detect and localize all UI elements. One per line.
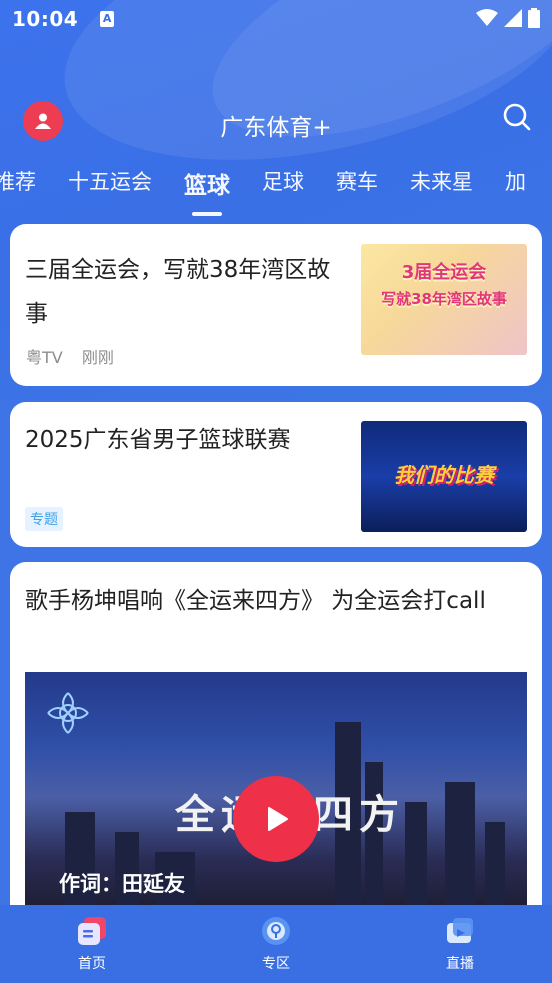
nav-home[interactable]: 首页: [0, 905, 184, 983]
nav-home-label: 首页: [78, 956, 106, 972]
wifi-icon: [476, 9, 498, 26]
app-notification-icon: A: [100, 11, 115, 27]
topic-thumbnail: 我们的比赛: [361, 421, 527, 532]
games-logo-icon: [47, 692, 89, 734]
category-tabs: 推荐 十五运会 篮球 足球 赛车 未来星 加: [0, 162, 552, 208]
video-overlay-credit: 作词：田延友: [59, 871, 185, 896]
signal-icon: [504, 9, 522, 27]
news-meta: 粤TV 刚刚: [26, 344, 114, 368]
tab-football[interactable]: 足球: [262, 162, 304, 208]
nav-live[interactable]: 直播: [368, 905, 552, 983]
nav-zone-label: 专区: [262, 956, 290, 972]
tab-15th-games[interactable]: 十五运会: [68, 162, 152, 208]
news-thumbnail: 3届全运会 写就38年湾区故事: [361, 244, 527, 355]
zone-icon: [262, 917, 290, 945]
video-title: 歌手杨坤唱响《全运来四方》 为全运会打call: [25, 588, 486, 614]
play-button[interactable]: [233, 776, 319, 862]
search-button[interactable]: [502, 102, 532, 132]
app-header: 广东体育+: [0, 98, 552, 148]
news-card[interactable]: 三届全运会，写就38年湾区故事 粤TV 刚刚 3届全运会 写就38年湾区故事: [10, 224, 542, 386]
status-time: 10:04: [12, 7, 79, 31]
live-icon: [447, 918, 473, 943]
status-icons: [476, 8, 540, 28]
video-player[interactable]: 全运来四方 作词：田延友: [25, 672, 527, 922]
news-source: 粤TV: [26, 348, 63, 367]
thumbnail-caption: 我们的比赛: [394, 463, 494, 487]
tab-future-stars[interactable]: 未来星: [410, 162, 473, 208]
nav-live-label: 直播: [446, 956, 474, 972]
thumbnail-caption: 3届全运会 写就38年湾区故事: [381, 262, 507, 308]
tab-recommend[interactable]: 推荐: [0, 162, 36, 208]
news-time: 刚刚: [81, 348, 114, 367]
tab-racing[interactable]: 赛车: [336, 162, 378, 208]
status-bar: 10:04 A: [0, 0, 552, 38]
skyline-building: [405, 802, 427, 922]
nav-zone[interactable]: 专区: [184, 905, 368, 983]
bottom-navigation: 首页 专区 直播: [0, 905, 552, 983]
news-title: 三届全运会，写就38年湾区故事: [25, 257, 331, 327]
tab-more[interactable]: 加: [505, 162, 526, 208]
battery-icon: [528, 8, 540, 28]
video-card[interactable]: 歌手杨坤唱响《全运来四方》 为全运会打call 全运来四方 作词：田延友: [10, 562, 542, 922]
app-title: 广东体育+: [220, 115, 332, 141]
tab-basketball[interactable]: 篮球: [184, 162, 230, 208]
topic-card[interactable]: 2025广东省男子篮球联赛 专题 我们的比赛: [10, 402, 542, 547]
skyline-building: [445, 782, 475, 922]
play-icon: [268, 807, 288, 831]
search-icon: [503, 103, 531, 131]
home-icon: [78, 917, 106, 945]
topic-title: 2025广东省男子篮球联赛: [25, 427, 291, 453]
topic-tag: 专题: [25, 507, 63, 531]
